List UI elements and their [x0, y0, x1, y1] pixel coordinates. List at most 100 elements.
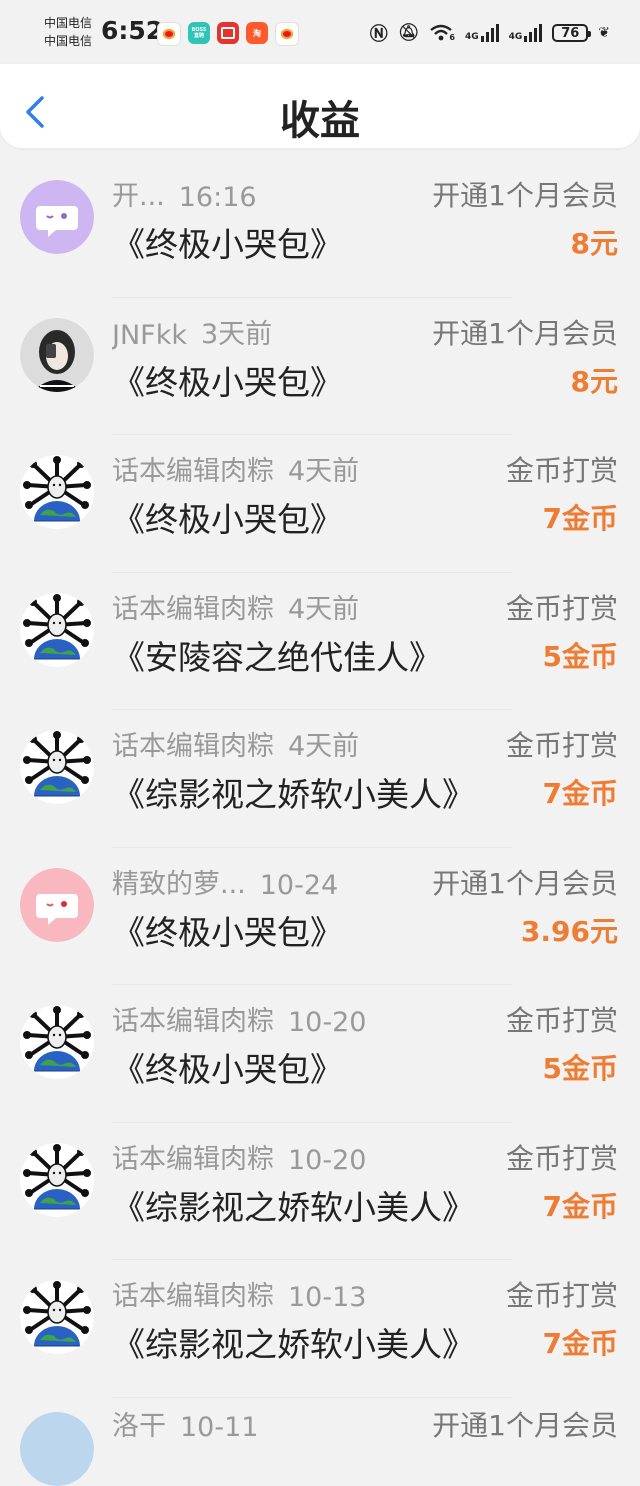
status-time: 6:52 [101, 16, 164, 45]
list-item[interactable]: 话本编辑肉粽 10-20 《综影视之娇软小美人》 金币打赏 7金币 [0, 1123, 640, 1261]
list-item[interactable]: 话本编辑肉粽 4天前《终极小哭包》 金币打赏 7金币 [0, 435, 640, 573]
record-user: 话本编辑肉粽 [112, 1006, 274, 1037]
avatar[interactable] [20, 730, 94, 804]
record-time: 3天前 [200, 318, 273, 350]
avatar[interactable] [20, 1280, 94, 1354]
list-item[interactable]: 话本编辑肉粽 4天前《综影视之娇软小美人》 金币打赏 7金币 [0, 710, 640, 848]
record-user: 话本编辑肉粽 [112, 731, 274, 762]
avatar[interactable] [20, 180, 94, 254]
record-book-title[interactable]: 《综影视之娇软小美人》 [112, 1181, 475, 1229]
network-type-1: 4G [464, 32, 479, 42]
record-book-title[interactable]: 《综影视之娇软小美人》 [112, 768, 475, 816]
record-type: 金币打赏 [505, 1141, 618, 1175]
network-type-2: 4G [508, 32, 523, 42]
taobao-icon: 淘 [246, 22, 268, 44]
record-amount: 7金币 [542, 777, 618, 810]
record-meta: 话本编辑肉粽 4天前 [112, 587, 359, 626]
record-type: 金币打赏 [505, 729, 618, 762]
record-amount: 3.96元 [520, 914, 618, 948]
record-user: 话本编辑肉粽 [112, 1143, 274, 1175]
avatar[interactable] [20, 867, 94, 942]
record-amount: 5金币 [542, 639, 618, 673]
record-type: 金币打赏 [505, 1004, 618, 1037]
red-app-icon [217, 22, 239, 44]
record-book-title[interactable]: 《终极小哭包》 [112, 356, 343, 404]
list-item[interactable]: 话本编辑肉粽 10-20 《终极小哭包》 金币打赏 5金币 [0, 985, 640, 1123]
record-book-title[interactable]: 《终极小哭包》 [112, 906, 343, 954]
record-book-title[interactable]: 《安陵容之绝代佳人》 [112, 631, 442, 679]
avatar[interactable] [20, 1412, 94, 1486]
avatar[interactable] [20, 1005, 94, 1079]
avatar[interactable] [20, 1142, 94, 1217]
record-amount: 8元 [570, 227, 618, 260]
page-title: 收益 [280, 98, 360, 144]
list-item-partial[interactable]: 洛干 10-11 开通1个月会员 [0, 1398, 640, 1486]
avatar[interactable] [20, 592, 94, 667]
avatar[interactable] [20, 455, 94, 529]
system-icons: Ⓝ 🔕︎ 6 4G 4G 76 ❦ [370, 20, 610, 46]
record-type: 开通1个月会员 [432, 1409, 618, 1442]
record-meta: 开... 16:16 [112, 174, 257, 213]
record-time: 16:16 [178, 182, 257, 213]
record-time: 4天前 [288, 731, 360, 762]
record-user: 话本编辑肉粽 [112, 1281, 274, 1312]
record-type: 金币打赏 [505, 1279, 618, 1312]
record-meta: 话本编辑肉粽 10-20 [112, 1137, 366, 1176]
list-item[interactable]: 话本编辑肉粽 10-13 《综影视之娇软小美人》 金币打赏 7金币 [0, 1260, 640, 1398]
record-time: 10-11 [180, 1412, 259, 1443]
record-amount: 7金币 [542, 1327, 618, 1360]
list-item[interactable]: JNFkk 3天前《终极小哭包》 开通1个月会员 8元 [0, 298, 640, 436]
record-amount: 8元 [570, 364, 618, 398]
record-book-title[interactable]: 《综影视之娇软小美人》 [112, 1318, 475, 1366]
leaf-icon: ❦ [598, 25, 610, 41]
record-type: 开通1个月会员 [432, 316, 618, 350]
record-book-title[interactable]: 《终极小哭包》 [112, 1043, 343, 1091]
battery-indicator: 76 [552, 24, 592, 42]
record-time: 10-24 [259, 869, 339, 901]
avatar[interactable] [20, 317, 94, 392]
carrier-2: 中国电信 [44, 34, 93, 48]
page-header: 收益 [0, 64, 640, 148]
record-time: 10-20 [288, 1007, 367, 1038]
record-user: 话本编辑肉粽 [112, 456, 274, 487]
earnings-list[interactable]: 开... 16:16 《终极小哭包》 开通1个月会员 8元 JNFkk 3天前 《终极小哭包》… [0, 160, 640, 1398]
record-type: 开通1个月会员 [432, 179, 618, 212]
record-type: 金币打赏 [505, 591, 618, 625]
notification-icons: BOSS 直聘 淘 [157, 22, 299, 46]
record-user: 话本编辑肉粽 [112, 593, 274, 625]
record-type: 金币打赏 [505, 454, 618, 487]
list-item[interactable]: 开... 16:16 《终极小哭包》 开通1个月会员 8元 [0, 160, 640, 298]
list-item[interactable]: 精致的萝... 10-24 《终极小哭包》 开通1个月会员 3.96元 [0, 848, 640, 986]
carrier-1: 中国电信 [44, 16, 93, 30]
record-user: 开... [112, 181, 165, 212]
record-amount: 7金币 [542, 1189, 618, 1223]
record-meta: 话本编辑肉粽 10-13 [112, 1274, 366, 1313]
record-time: 4天前 [288, 456, 360, 487]
status-bar: 中国电信 中国电信 6:52 BOSS 直聘 淘 Ⓝ 🔕︎ 6 4G 4G 76… [0, 0, 640, 64]
boss-zhipin-icon: BOSS 直聘 [188, 22, 210, 44]
signal-2: 4G [509, 24, 543, 42]
record-meta: JNFkk 3天前 [112, 312, 272, 351]
record-meta: 精致的萝... 10-24 [112, 862, 338, 901]
record-meta: 话本编辑肉粽 10-20 [112, 999, 366, 1038]
signal-1: 4G [465, 24, 499, 42]
nfc-icon: Ⓝ [369, 24, 388, 45]
record-time: 10-20 [288, 1144, 367, 1176]
record-meta: 话本编辑肉粽 4天前 [112, 724, 359, 763]
record-amount: 7金币 [542, 502, 618, 535]
record-book-title[interactable]: 《终极小哭包》 [112, 493, 343, 541]
mute-bell-icon: 🔕︎ [397, 23, 420, 43]
record-time: 4天前 [288, 593, 360, 625]
record-user: JNFkk [112, 319, 187, 351]
record-meta: 话本编辑肉粽 4天前 [112, 449, 359, 488]
record-amount: 5金币 [542, 1052, 618, 1085]
list-item[interactable]: 话本编辑肉粽 4天前《安陵容之绝代佳人》 金币打赏 5金币 [0, 573, 640, 711]
record-user: 精致的萝... [112, 868, 246, 900]
record-time: 10-13 [288, 1282, 367, 1313]
record-type: 开通1个月会员 [432, 866, 618, 900]
battery-level: 76 [561, 25, 580, 41]
wifi-label: 6 [449, 33, 455, 42]
weibo-icon [275, 22, 299, 46]
record-book-title[interactable]: 《终极小哭包》 [112, 218, 343, 266]
carrier-labels: 中国电信 中国电信 [44, 14, 92, 50]
